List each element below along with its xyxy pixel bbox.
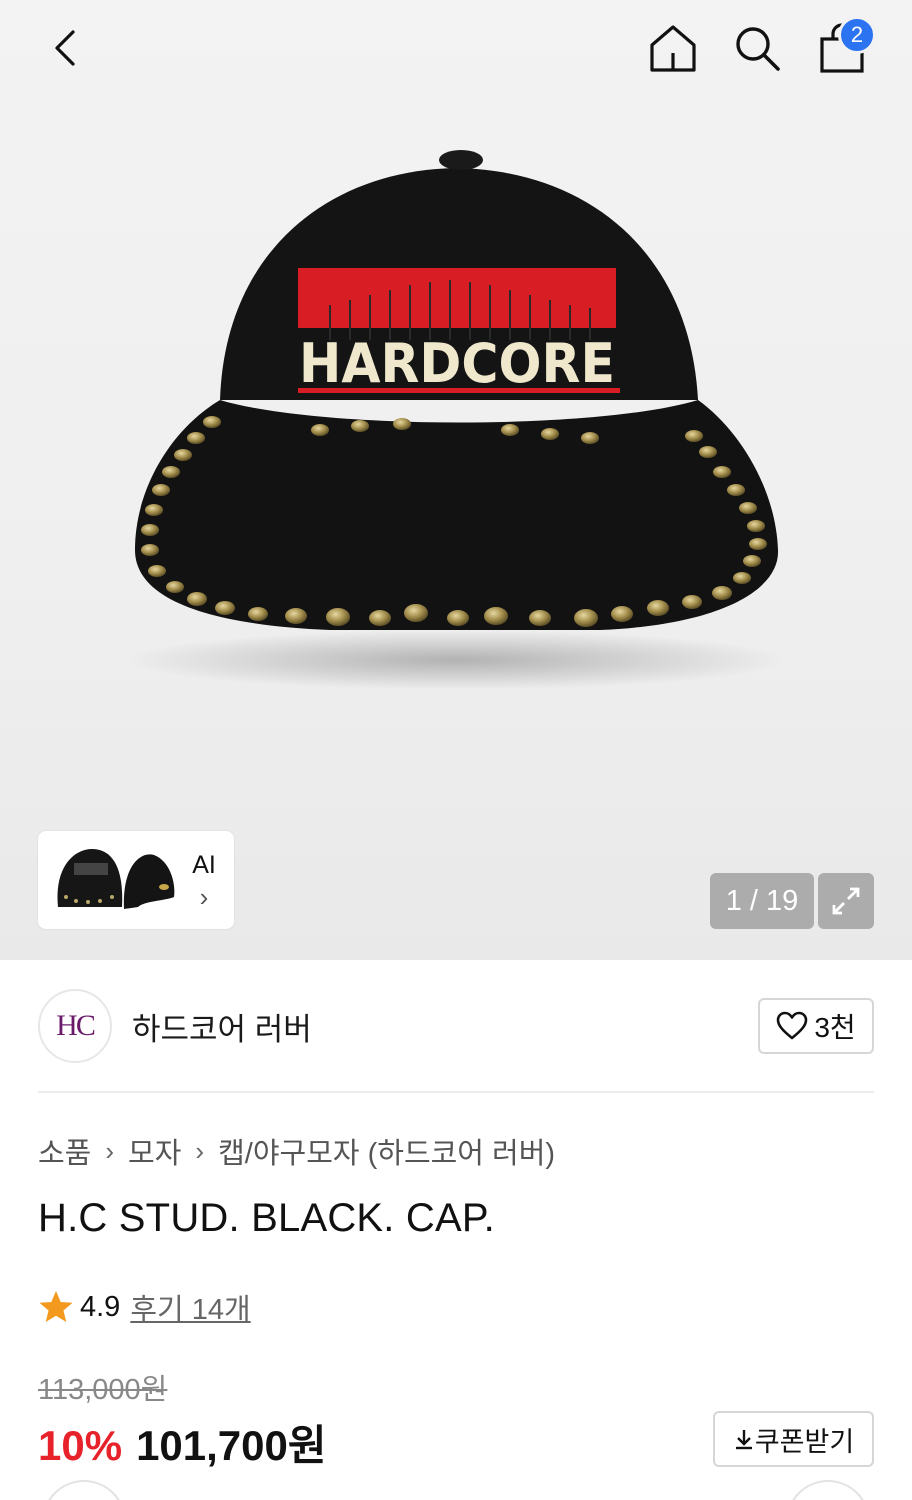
product-image-gallery[interactable]: 2 HARDCORE AI › 1 / 19 [0, 0, 912, 960]
download-icon [735, 1430, 752, 1450]
option-button-right[interactable] [786, 1480, 870, 1500]
product-rating: 4.9 후기 14개 [38, 1286, 251, 1328]
breadcrumb-item-caps[interactable]: 캡/야구모자 (하드코어 러버) [218, 1130, 555, 1172]
similar-items-thumbnail[interactable]: AI › [38, 831, 234, 929]
top-navigation-bar: 2 [0, 0, 912, 100]
image-counter: 1 / 19 [710, 873, 814, 929]
breadcrumb-item-accessories[interactable]: 소품 [38, 1130, 91, 1172]
store-info-row: HC 하드코어 러버 3천 [38, 988, 874, 1064]
ai-recommendation-label: AI › [180, 837, 228, 923]
rating-score: 4.9 [80, 1290, 121, 1323]
expand-icon [832, 887, 860, 915]
chevron-right-icon: › [199, 881, 209, 912]
chevron-right-icon: › [105, 1135, 115, 1166]
coupon-label: 쿠폰받기 [754, 1426, 855, 1457]
discount-rate: 10% [38, 1422, 123, 1469]
cart-count-badge: 2 [838, 16, 876, 54]
home-button[interactable] [643, 18, 703, 78]
divider [38, 1091, 874, 1093]
star-icon [39, 1291, 73, 1322]
ai-label: AI [192, 850, 216, 879]
product-main-image: HARDCORE [0, 100, 912, 800]
cap-logo-text: HARDCORE [299, 332, 615, 395]
search-button[interactable] [727, 18, 787, 78]
price-row: 10% 101,700원 [38, 1412, 327, 1473]
store-name[interactable]: 하드코어 러버 [132, 1004, 312, 1049]
like-count: 3천 [814, 1012, 856, 1043]
cart-button[interactable]: 2 [812, 16, 876, 78]
option-button-left[interactable] [42, 1480, 126, 1500]
like-button[interactable]: 3천 [758, 998, 874, 1054]
heart-icon [777, 1011, 808, 1040]
chevron-right-icon: › [195, 1135, 205, 1166]
breadcrumb-item-hats[interactable]: 모자 [128, 1130, 181, 1172]
breadcrumb: 소품 › 모자 › 캡/야구모자 (하드코어 러버) [38, 1130, 555, 1172]
product-title: H.C STUD. BLACK. CAP. [38, 1196, 495, 1240]
home-icon [650, 25, 696, 72]
expand-button[interactable] [818, 873, 874, 929]
search-icon [736, 27, 780, 71]
chevron-left-icon [55, 30, 75, 66]
store-logo[interactable]: HC [38, 989, 112, 1063]
back-button[interactable] [36, 18, 96, 78]
original-price: 113,000원 [38, 1374, 168, 1406]
thumbnail-image [44, 837, 180, 923]
review-count-link[interactable]: 후기 14개 [130, 1286, 250, 1328]
get-coupon-button[interactable]: 쿠폰받기 [713, 1411, 874, 1467]
final-price: 101,700원 [136, 1422, 327, 1469]
